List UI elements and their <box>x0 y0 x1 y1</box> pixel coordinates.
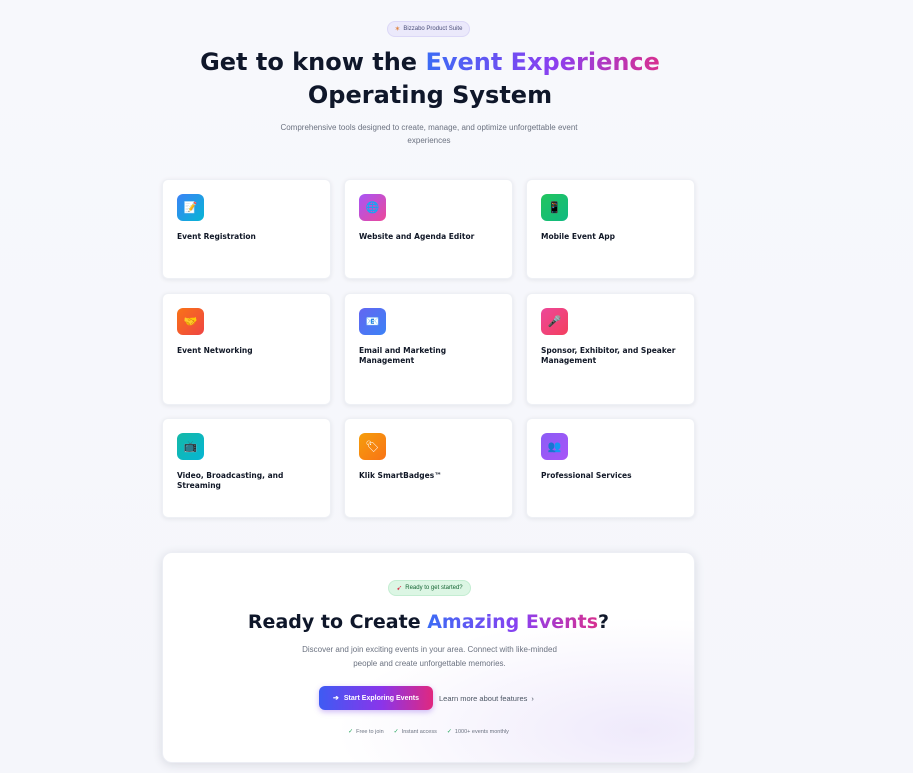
cta-title-part1: Ready to Create <box>247 611 428 633</box>
microphone-icon: 🎤 <box>541 308 568 335</box>
feature-title: Video, Broadcasting, and Streaming <box>177 471 284 490</box>
learn-more-link[interactable]: Learn more about features › <box>439 686 534 710</box>
feature-title: Event Registration <box>177 232 256 241</box>
feature-card-mobile-event-app[interactable]: 📱 Mobile Event App <box>526 179 695 279</box>
check-label: Free to join <box>356 729 384 735</box>
globe-icon: 🌐 <box>359 194 386 221</box>
mobile-phone-icon: 📱 <box>541 194 568 221</box>
people-icon: 👥 <box>541 433 568 460</box>
feature-title: Event Networking <box>177 346 253 355</box>
check-icon: ✓ <box>393 729 399 735</box>
page-title-highlight: Event Experience <box>425 48 660 76</box>
cta-subtitle: Discover and join exciting events in you… <box>302 645 557 668</box>
rocket-icon: ➹ <box>396 585 403 592</box>
cta-title-highlight: Amazing Events <box>427 611 599 633</box>
tv-icon: 📺 <box>177 433 204 460</box>
arrow-right-icon: ➔ <box>333 695 339 702</box>
feature-card-event-registration[interactable]: 📝 Event Registration <box>162 179 331 279</box>
cta-title: Ready to Create Amazing Events? <box>163 609 694 635</box>
feature-title: Mobile Event App <box>541 232 616 241</box>
check-label: Instant access <box>401 729 437 735</box>
feature-title: Professional Services <box>541 471 632 480</box>
feature-title: Email and Marketing Management <box>359 346 447 365</box>
feature-card-klik-smartbadges[interactable]: 🏷 Klik SmartBadges™ <box>344 418 513 518</box>
badge-tag-icon: 🏷 <box>359 433 386 460</box>
check-item: ✓ Instant access <box>394 728 437 735</box>
product-suite-badge: ✶ Bizzabo Product Suite <box>387 21 470 37</box>
handshake-icon: 🤝 <box>177 308 204 335</box>
feature-card-video-broadcasting[interactable]: 📺 Video, Broadcasting, and Streaming <box>162 418 331 518</box>
check-item: ✓ 1000+ events monthly <box>447 728 509 735</box>
ready-badge: ➹ Ready to get started? <box>388 580 471 596</box>
check-icon: ✓ <box>446 729 452 735</box>
chevron-right-icon: › <box>531 693 534 703</box>
feature-card-professional-services[interactable]: 👥 Professional Services <box>526 418 695 518</box>
clipboard-icon: 📝 <box>177 194 204 221</box>
feature-card-website-agenda-editor[interactable]: 🌐 Website and Agenda Editor <box>344 179 513 279</box>
page-title-part1: Get to know the <box>200 48 426 76</box>
start-exploring-label: Start Exploring Events <box>343 694 419 702</box>
feature-card-event-networking[interactable]: 🤝 Event Networking <box>162 293 331 405</box>
page-title-part2: Operating System <box>307 81 553 109</box>
check-item: ✓ Free to join <box>348 728 384 735</box>
sparkle-icon: ✶ <box>394 26 401 33</box>
feature-card-sponsor-exhibitor-speaker[interactable]: 🎤 Sponsor, Exhibitor, and Speaker Manage… <box>526 293 695 405</box>
learn-more-label: Learn more about features <box>439 693 528 703</box>
feature-title: Klik SmartBadges™ <box>359 471 442 480</box>
benefit-checks: ✓ Free to join ✓ Instant access ✓ 1000+ eve… <box>163 728 694 735</box>
ready-badge-label: Ready to get started? <box>405 585 463 591</box>
check-icon: ✓ <box>348 729 354 735</box>
page-subtitle: Comprehensive tools designed to create, … <box>280 123 578 145</box>
feature-title: Website and Agenda Editor <box>359 232 475 241</box>
email-icon: 📧 <box>359 308 386 335</box>
page-title: Get to know the Event Experience Operati… <box>0 46 860 112</box>
check-label: 1000+ events monthly <box>454 729 509 735</box>
start-exploring-button[interactable]: ➔ Start Exploring Events <box>319 686 433 710</box>
cta-title-part2: ? <box>598 611 610 633</box>
feature-title: Sponsor, Exhibitor, and Speaker Manageme… <box>541 346 676 365</box>
feature-card-email-marketing[interactable]: 📧 Email and Marketing Management <box>344 293 513 405</box>
product-suite-badge-label: Bizzabo Product Suite <box>403 26 463 32</box>
cta-panel: ➹ Ready to get started? Ready to Create … <box>162 552 695 763</box>
